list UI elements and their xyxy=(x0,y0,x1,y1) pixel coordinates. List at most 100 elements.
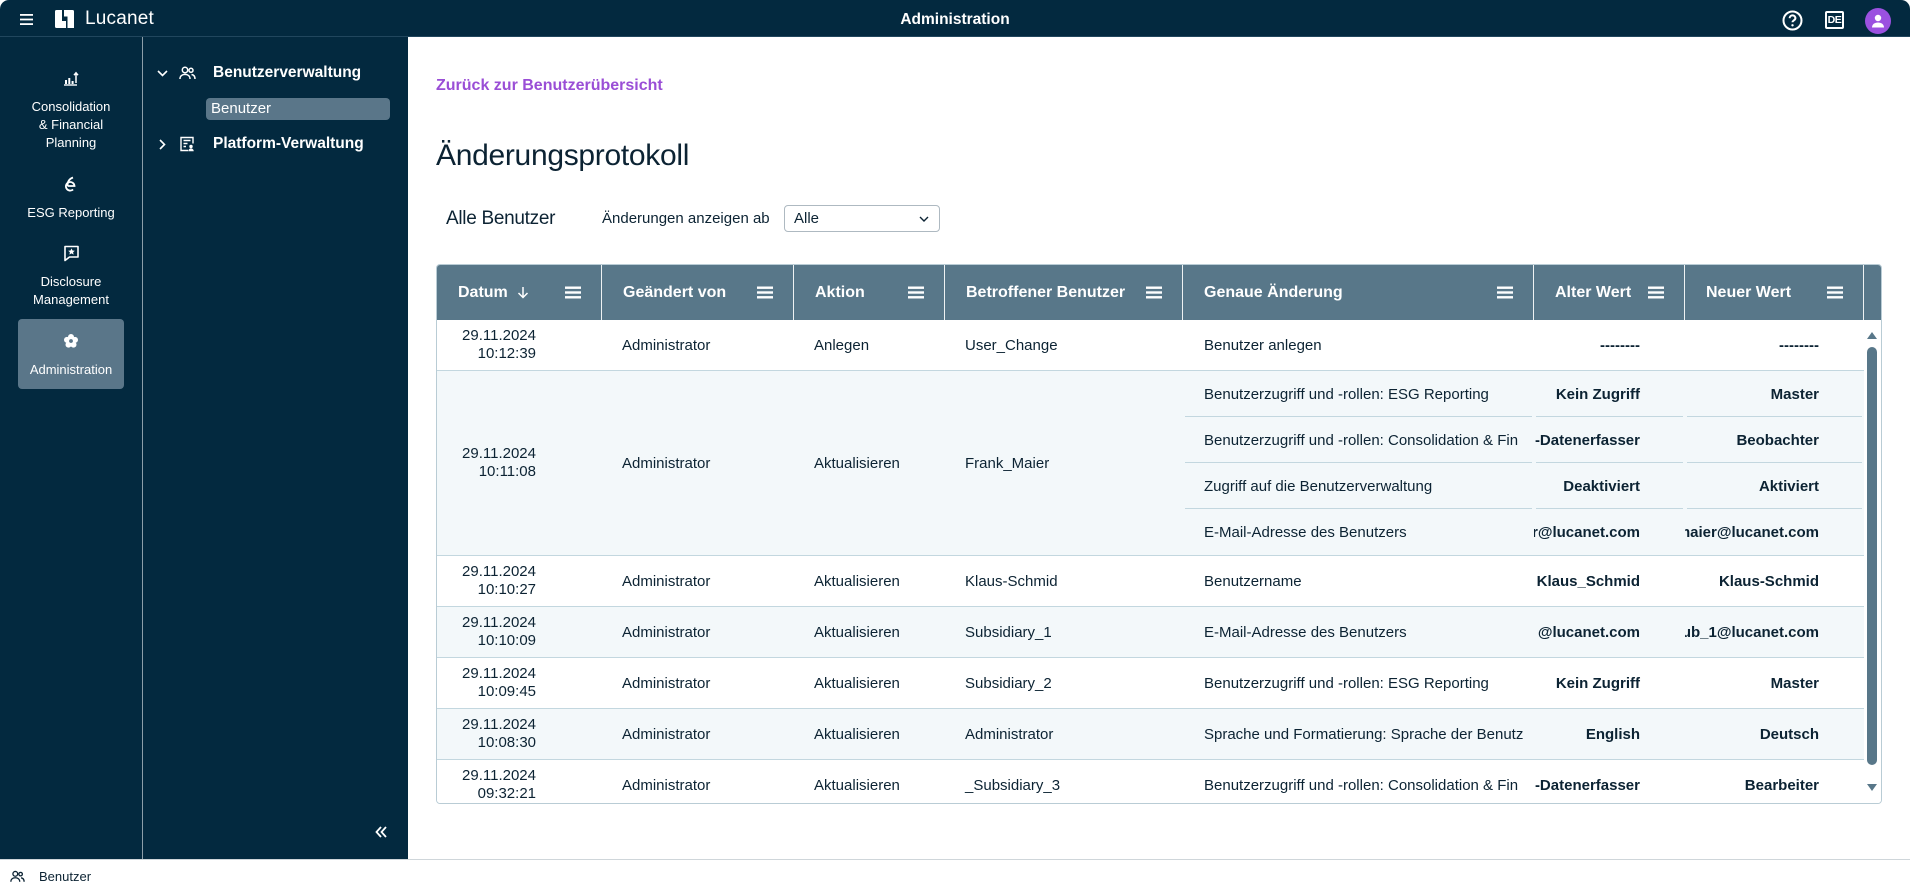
main-content: Zurück zur Benutzerübersicht Änderungspr… xyxy=(408,37,1910,859)
table-row[interactable]: 29.11.2024 10:11:08 Administrator Aktualisi… xyxy=(437,371,1864,556)
table-row[interactable]: 29.11.2024 10:10:09 Administrator Aktualisi… xyxy=(437,607,1864,658)
old-value-cell: English xyxy=(1534,709,1685,759)
column-menu-icon[interactable] xyxy=(757,286,773,299)
change-entry: E-Mail-Adresse des Benutzers @lucanet.com… xyxy=(1183,607,1864,657)
old-value-cell: -------- xyxy=(1534,320,1685,370)
column-menu-icon[interactable] xyxy=(1827,286,1843,299)
column-header-genaue-aenderung[interactable]: Genaue Änderung xyxy=(1183,265,1534,320)
date-cell: 29.11.2024 10:08:30 xyxy=(437,709,602,759)
time-text: 10:10:27 xyxy=(477,581,536,598)
affected-user-cell: User_Change xyxy=(945,320,1183,370)
new-value-cell: -------- xyxy=(1685,320,1864,370)
chevron-down-icon[interactable] xyxy=(155,69,169,77)
new-value-text: Master xyxy=(1770,674,1819,692)
old-value-cell: r@lucanet.com xyxy=(1534,509,1685,555)
changed-by-text: Administrator xyxy=(622,336,711,354)
old-value-text: r@lucanet.com xyxy=(1534,523,1640,541)
column-menu-icon[interactable] xyxy=(1146,286,1162,299)
date-text: 29.11.2024 xyxy=(462,563,536,580)
affected-user-text: _Subsidiary_3 xyxy=(965,776,1061,794)
new-value-cell: Beobachter xyxy=(1685,417,1864,463)
action-cell: Aktualisieren xyxy=(794,607,945,657)
changes-since-label: Änderungen anzeigen ab xyxy=(602,210,770,227)
scope-label: Alle Benutzer xyxy=(446,208,556,229)
old-value-cell: -Datenerfasser xyxy=(1534,760,1685,803)
column-header-aktion[interactable]: Aktion xyxy=(794,265,945,320)
rail-item-disclosure-management[interactable]: Disclosure Management xyxy=(18,231,124,319)
old-value-text: English xyxy=(1585,725,1640,743)
table-row[interactable]: 29.11.2024 10:10:27 Administrator Aktualisi… xyxy=(437,556,1864,607)
table-row[interactable]: 29.11.2024 10:08:30 Administrator Aktualisi… xyxy=(437,709,1864,760)
column-menu-icon[interactable] xyxy=(1648,286,1664,299)
collapse-sidebar-button[interactable] xyxy=(374,824,392,840)
new-value-text: maier@lucanet.com xyxy=(1685,523,1819,541)
help-button[interactable] xyxy=(1782,10,1803,31)
user-avatar-button[interactable] xyxy=(1865,8,1891,34)
vertical-scrollbar[interactable] xyxy=(1864,320,1881,803)
old-value-cell: Kein Zugriff xyxy=(1534,371,1685,417)
old-value-text: @lucanet.com xyxy=(1537,623,1640,641)
new-value-text: Klaus-Schmid xyxy=(1718,572,1819,590)
table-row[interactable]: 29.11.2024 09:32:21 Administrator Aktualisi… xyxy=(437,760,1864,803)
column-menu-icon[interactable] xyxy=(908,286,924,299)
change-log-table: Datum Geändert von Aktion Betroffener Benut… xyxy=(436,264,1882,804)
table-row[interactable]: 29.11.2024 10:09:45 Administrator Aktualisi… xyxy=(437,658,1864,709)
affected-user-text: Klaus-Schmid xyxy=(965,572,1058,590)
column-menu-icon[interactable] xyxy=(565,286,581,299)
nav-item-benutzer[interactable]: Benutzer xyxy=(206,98,390,120)
new-value-text: Bearbeiter xyxy=(1744,776,1819,794)
column-header-betroffener-benutzer[interactable]: Betroffener Benutzer xyxy=(945,265,1183,320)
affected-user-text: Administrator xyxy=(965,725,1054,743)
changed-field-text: Benutzerzugriff und -rollen: Consolidati… xyxy=(1204,776,1519,794)
change-entry: Benutzerzugriff und -rollen: Consolidati… xyxy=(1183,760,1864,803)
date-text: 29.11.2024 xyxy=(462,445,536,462)
changed-field-text: Benutzerzugriff und -rollen: ESG Reporti… xyxy=(1204,674,1489,692)
changed-field-text: Zugriff auf die Benutzerverwaltung xyxy=(1204,477,1433,495)
affected-user-cell: Subsidiary_2 xyxy=(945,658,1183,708)
scroll-down-arrow-icon[interactable] xyxy=(1867,784,1877,791)
table-body: 29.11.2024 10:12:39 Administrator Anlegen Us… xyxy=(437,320,1881,803)
changed-by-text: Administrator xyxy=(622,674,711,692)
brand-logo[interactable]: Lucanet xyxy=(55,8,154,29)
change-entry: Sprache und Formatierung: Sprache der Be… xyxy=(1183,709,1864,759)
back-to-user-overview-link[interactable]: Zurück zur Benutzerübersicht xyxy=(436,77,663,95)
chart-growth-icon xyxy=(63,67,79,89)
date-cell: 29.11.2024 09:32:21 xyxy=(437,760,602,803)
changed-field-cell: Benutzerzugriff und -rollen: ESG Reporti… xyxy=(1183,371,1534,417)
column-header-datum[interactable]: Datum xyxy=(437,265,602,320)
chevron-right-icon[interactable] xyxy=(155,138,169,150)
change-entry: Zugriff auf die Benutzerverwaltung Deakti… xyxy=(1183,463,1864,509)
nav-group-platform-verwaltung[interactable]: Platform-Verwaltung xyxy=(155,134,364,154)
rail-item-consolidation-financial-planning[interactable]: Consolidation & Financial Planning xyxy=(18,56,124,162)
sort-descending-icon[interactable] xyxy=(517,286,529,299)
rail-item-administration[interactable]: Administration xyxy=(18,319,124,389)
changed-field-text: Benutzername xyxy=(1204,572,1302,590)
language-button[interactable]: DE xyxy=(1825,11,1844,29)
column-menu-icon[interactable] xyxy=(1497,286,1513,299)
affected-user-text: Subsidiary_1 xyxy=(965,623,1052,641)
changed-by-cell: Administrator xyxy=(602,709,794,759)
scroll-up-arrow-icon[interactable] xyxy=(1867,332,1877,339)
table-row[interactable]: 29.11.2024 10:12:39 Administrator Anlegen Us… xyxy=(437,320,1864,371)
column-header-neuer-wert[interactable]: Neuer Wert xyxy=(1685,265,1864,320)
column-header-alter-wert[interactable]: Alter Wert xyxy=(1534,265,1685,320)
change-entry: E-Mail-Adresse des Benutzers r@lucanet.co… xyxy=(1183,509,1864,555)
main-menu-button[interactable] xyxy=(19,13,35,26)
new-value-cell: Deutsch xyxy=(1685,709,1864,759)
old-value-cell: -Datenerfasser xyxy=(1534,417,1685,463)
new-value-text: Master xyxy=(1770,385,1819,403)
changed-by-text: Administrator xyxy=(622,623,711,641)
changes-since-select[interactable]: Alle xyxy=(784,205,940,232)
column-header-geaendert-von[interactable]: Geändert von xyxy=(602,265,794,320)
affected-user-text: User_Change xyxy=(965,336,1058,354)
nav-group-benutzerverwaltung[interactable]: Benutzerverwaltung xyxy=(155,63,361,83)
new-value-cell: Master xyxy=(1685,658,1864,708)
action-cell: Aktualisieren xyxy=(794,371,945,555)
changed-field-cell: Sprache und Formatierung: Sprache der Be… xyxy=(1183,709,1534,759)
column-header-label: Datum xyxy=(458,283,508,301)
rail-item-esg-reporting[interactable]: ESG Reporting xyxy=(18,162,124,232)
old-value-text: Klaus_Schmid xyxy=(1536,572,1640,590)
time-text: 09:32:21 xyxy=(477,785,536,802)
scrollbar-thumb[interactable] xyxy=(1867,347,1877,765)
changed-field-cell: Benutzerzugriff und -rollen: Consolidati… xyxy=(1183,760,1534,803)
